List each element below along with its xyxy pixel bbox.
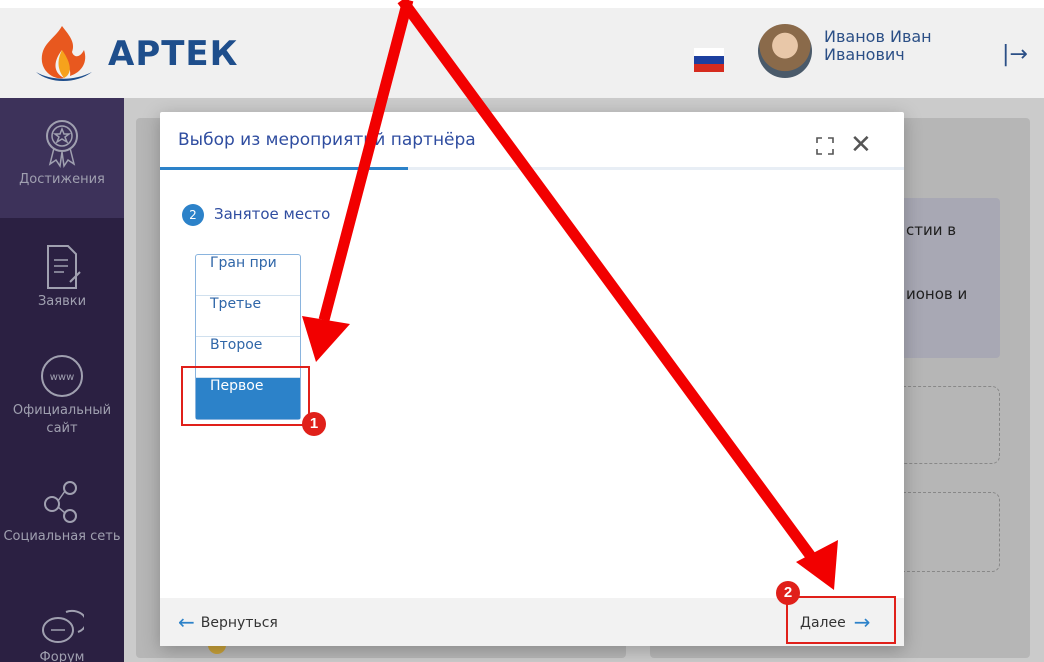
medal-icon xyxy=(46,120,78,168)
sidebar-label-social-network: Социальная сеть xyxy=(3,529,121,544)
highlight-box-1 xyxy=(181,366,310,426)
annotation-badge-2: 2 xyxy=(776,581,800,605)
user-avatar[interactable] xyxy=(758,24,812,78)
chat-icon xyxy=(42,609,84,643)
background-text-3: ионов и xyxy=(906,285,968,303)
www-icon: www xyxy=(41,355,83,397)
sidebar-label-applications: Заявки xyxy=(37,294,87,309)
document-icon xyxy=(47,245,81,289)
modal-title: Выбор из мероприятий партнёра xyxy=(178,130,476,150)
top-header: АРТЕК Иванов Иван Иванович |→ xyxy=(0,8,1044,98)
user-name-line2: Иванович xyxy=(824,45,905,64)
step-number-badge: 2 xyxy=(182,204,204,226)
arrow-left-icon: ← xyxy=(178,610,195,634)
svg-text:www: www xyxy=(50,372,75,383)
option-third[interactable]: Третье xyxy=(196,296,300,337)
highlight-box-2 xyxy=(786,596,896,644)
artek-flame-logo-icon xyxy=(36,26,92,81)
sidebar-label-forum: Форум xyxy=(39,650,85,662)
fullscreen-icon[interactable] xyxy=(815,136,835,156)
back-button[interactable]: ← Вернуться xyxy=(178,610,278,634)
annotation-badge-1: 1 xyxy=(302,412,326,436)
logout-icon[interactable]: |→ xyxy=(1002,42,1028,67)
sidebar-item-achievements[interactable]: Достижения xyxy=(0,98,124,218)
sidebar-item-forum[interactable]: Форум xyxy=(0,606,124,662)
option-grand-prix[interactable]: Гран при xyxy=(196,255,300,296)
app-window: АРТЕК Иванов Иван Иванович |→ Достижения xyxy=(0,8,1044,662)
sidebar-item-applications[interactable]: Заявки xyxy=(0,244,124,334)
logo-text[interactable]: АРТЕК xyxy=(108,34,238,74)
sidebar-item-social-network[interactable]: Социальная сеть xyxy=(0,480,124,580)
background-text-1: стии в xyxy=(906,221,957,239)
sidebar: Достижения Заявки www Официальный сайт С… xyxy=(0,98,124,662)
russian-flag-icon[interactable] xyxy=(694,48,724,72)
sidebar-item-official-site[interactable]: www Официальный сайт xyxy=(0,354,124,454)
modal-progress-indicator xyxy=(160,167,408,170)
sidebar-label-official-site: Официальный сайт xyxy=(12,403,112,436)
close-icon[interactable]: ✕ xyxy=(850,130,872,160)
step-label: Занятое место xyxy=(214,205,331,223)
sidebar-label-achievements: Достижения xyxy=(19,172,105,187)
user-name[interactable]: Иванов Иван Иванович xyxy=(824,28,974,64)
back-button-label: Вернуться xyxy=(200,615,278,631)
user-name-line1: Иванов Иван xyxy=(824,27,932,46)
social-network-icon xyxy=(44,481,77,523)
